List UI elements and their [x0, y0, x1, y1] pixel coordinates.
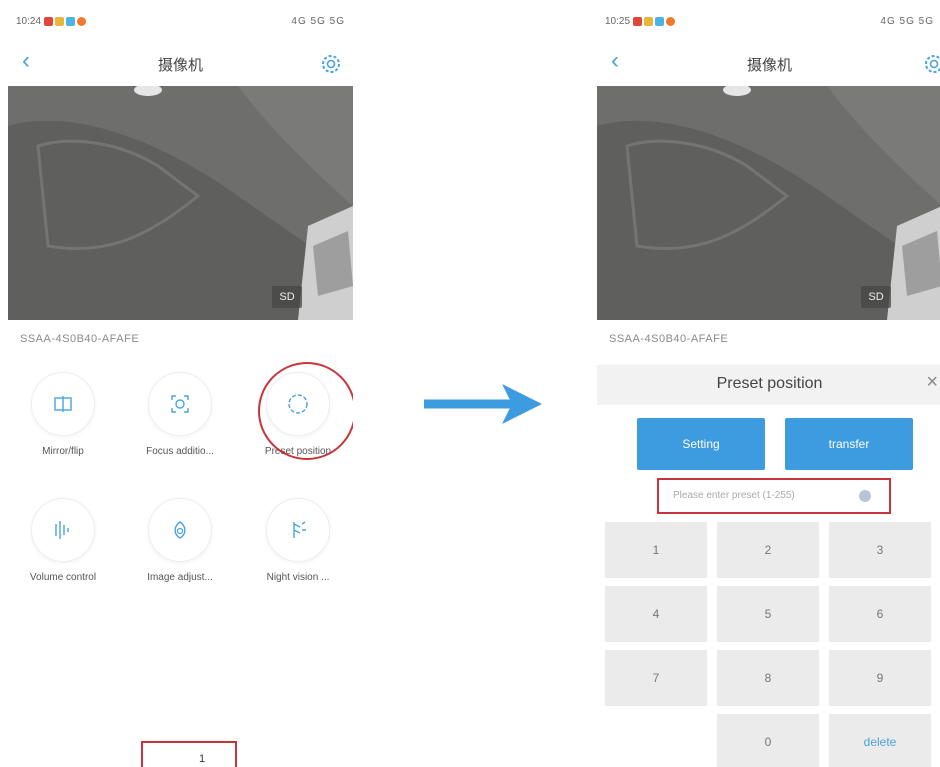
panel-title: Preset position [716, 375, 823, 392]
arrow-icon [424, 384, 542, 424]
image-adjust-icon [148, 498, 212, 562]
focus-tile[interactable]: Focus additio... [125, 372, 235, 457]
close-icon[interactable]: × [926, 371, 938, 394]
mirror-flip-tile[interactable]: Mirror/flip [8, 372, 118, 457]
page-indicator-highlight: 1 [141, 741, 237, 767]
left-phone-screen: 10:24 4G 5G 5G ‹ 摄像机 SD SSAA-4S0B40-AFAF… [8, 0, 353, 767]
night-vision-tile[interactable]: Night vision ... [243, 498, 353, 583]
key-3[interactable]: 3 [829, 522, 931, 578]
image-adjust-label: Image adjust... [147, 572, 213, 583]
key-7[interactable]: 7 [605, 650, 707, 706]
status-time: 10:25 [605, 16, 631, 27]
gear-icon[interactable] [922, 52, 940, 76]
quality-badge[interactable]: SD [861, 286, 891, 308]
setting-button[interactable]: Setting [637, 418, 765, 470]
status-bar: 10:24 4G 5G 5G [16, 16, 345, 32]
notification-icons [633, 17, 677, 29]
volume-control-label: Volume control [29, 572, 97, 583]
key-1[interactable]: 1 [605, 522, 707, 578]
device-name: SSAA-4S0B40-AFAFE [609, 333, 729, 345]
preset-input[interactable]: Please enter preset (1-255) [657, 478, 891, 514]
transfer-button[interactable]: transfer [785, 418, 913, 470]
key-5[interactable]: 5 [717, 586, 819, 642]
key-0[interactable]: 0 [717, 714, 819, 767]
nav-bar: ‹ 摄像机 [8, 48, 353, 78]
camera-image [8, 86, 353, 320]
key-8[interactable]: 8 [717, 650, 819, 706]
focus-label: Focus additio... [146, 446, 214, 457]
gear-icon[interactable] [319, 52, 343, 76]
key-4[interactable]: 4 [605, 586, 707, 642]
mirror-flip-label: Mirror/flip [42, 446, 84, 457]
quality-badge[interactable]: SD [272, 286, 302, 308]
delete-key[interactable]: delete [829, 714, 931, 767]
system-indicators: 4G 5G 5G [880, 16, 934, 27]
device-name: SSAA-4S0B40-AFAFE [20, 333, 140, 345]
page-title: 摄像机 [157, 56, 203, 74]
highlight-circle [258, 362, 353, 460]
preset-panel-header: Preset position × [597, 365, 940, 405]
volume-control-tile[interactable]: Volume control [8, 498, 118, 583]
night-vision-icon [266, 498, 330, 562]
key-2[interactable]: 2 [717, 522, 819, 578]
status-bar: 10:25 4G 5G 5G [605, 16, 934, 32]
page-title: 摄像机 [746, 56, 792, 74]
camera-image [597, 86, 940, 320]
volume-icon [31, 498, 95, 562]
night-vision-label: Night vision ... [266, 572, 330, 583]
video-feed[interactable]: SD [597, 86, 940, 320]
notification-icons [44, 17, 88, 29]
focus-icon [148, 372, 212, 436]
preset-placeholder: Please enter preset (1-255) [673, 490, 795, 501]
right-phone-screen: 10:25 4G 5G 5G ‹ 摄像机 SD SSAA-4S0B40-AFAF… [597, 0, 940, 767]
page-indicator[interactable]: 1 [199, 753, 205, 765]
key-6[interactable]: 6 [829, 586, 931, 642]
video-feed[interactable]: SD [8, 86, 353, 320]
clear-icon[interactable] [859, 490, 871, 502]
system-indicators: 4G 5G 5G [291, 16, 345, 27]
image-adjust-tile[interactable]: Image adjust... [125, 498, 235, 583]
mirror-icon [31, 372, 95, 436]
status-time: 10:24 [16, 16, 42, 27]
key-9[interactable]: 9 [829, 650, 931, 706]
nav-bar: ‹ 摄像机 [597, 48, 940, 78]
